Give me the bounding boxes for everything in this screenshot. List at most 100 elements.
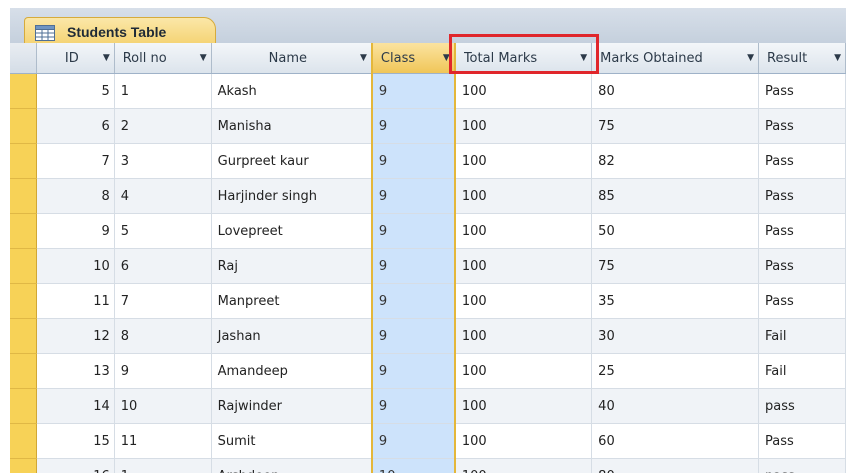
column-header-result[interactable]: Result ▼ (758, 43, 846, 74)
cell-result[interactable]: Pass (758, 423, 846, 459)
record-selector[interactable] (10, 73, 37, 109)
filter-dropdown-icon[interactable]: ▼ (360, 53, 367, 63)
cell-marks-obtained[interactable]: 25 (591, 353, 760, 389)
record-selector[interactable] (10, 108, 37, 144)
cell-result[interactable]: Pass (758, 178, 846, 214)
cell-class[interactable]: 9 (370, 283, 456, 319)
record-selector[interactable] (10, 213, 37, 249)
record-selector[interactable] (10, 283, 37, 319)
cell-name[interactable]: Harjinder singh (211, 178, 373, 214)
column-header-name[interactable]: Name ▼ (211, 43, 373, 74)
cell-roll-no[interactable]: 2 (114, 108, 212, 144)
cell-id[interactable]: 5 (36, 73, 115, 109)
cell-class[interactable]: 9 (370, 73, 456, 109)
record-selector[interactable] (10, 388, 37, 424)
cell-id[interactable]: 13 (36, 353, 115, 389)
cell-class[interactable]: 9 (370, 213, 456, 249)
cell-roll-no[interactable]: 7 (114, 283, 212, 319)
cell-marks-obtained[interactable]: 80 (591, 73, 760, 109)
cell-name[interactable]: Arshdeep (211, 458, 373, 473)
cell-result[interactable]: pass (758, 388, 846, 424)
record-selector[interactable] (10, 423, 37, 459)
cell-id[interactable]: 9 (36, 213, 115, 249)
cell-roll-no[interactable]: 4 (114, 178, 212, 214)
cell-id[interactable]: 14 (36, 388, 115, 424)
cell-total-marks[interactable]: 100 (454, 213, 593, 249)
cell-marks-obtained[interactable]: 82 (591, 143, 760, 179)
cell-marks-obtained[interactable]: 75 (591, 108, 760, 144)
cell-id[interactable]: 11 (36, 283, 115, 319)
cell-name[interactable]: Manpreet (211, 283, 373, 319)
cell-class[interactable]: 9 (370, 423, 456, 459)
cell-name[interactable]: Lovepreet (211, 213, 373, 249)
cell-name[interactable]: Rajwinder (211, 388, 373, 424)
column-header-class[interactable]: Class ▼ (370, 43, 456, 74)
cell-class[interactable]: 9 (370, 388, 456, 424)
cell-class[interactable]: 9 (370, 178, 456, 214)
cell-result[interactable]: Pass (758, 73, 846, 109)
cell-total-marks[interactable]: 100 (454, 143, 593, 179)
cell-marks-obtained[interactable]: 40 (591, 388, 760, 424)
column-header-id[interactable]: ID ▼ (36, 43, 115, 74)
filter-dropdown-icon[interactable]: ▼ (580, 53, 587, 63)
cell-class[interactable]: 10 (370, 458, 456, 473)
cell-name[interactable]: Akash (211, 73, 373, 109)
cell-class[interactable]: 9 (370, 318, 456, 354)
filter-dropdown-icon[interactable]: ▼ (200, 53, 207, 63)
cell-roll-no[interactable]: 3 (114, 143, 212, 179)
cell-total-marks[interactable]: 100 (454, 283, 593, 319)
cell-id[interactable]: 8 (36, 178, 115, 214)
cell-total-marks[interactable]: 100 (454, 353, 593, 389)
cell-result[interactable]: pass (758, 458, 846, 473)
cell-roll-no[interactable]: 6 (114, 248, 212, 284)
cell-roll-no[interactable]: 10 (114, 388, 212, 424)
filter-dropdown-icon[interactable]: ▼ (443, 53, 450, 63)
cell-id[interactable]: 10 (36, 248, 115, 284)
cell-roll-no[interactable]: 1 (114, 73, 212, 109)
record-selector[interactable] (10, 143, 37, 179)
cell-result[interactable]: Fail (758, 353, 846, 389)
filter-dropdown-icon[interactable]: ▼ (103, 53, 110, 63)
record-selector[interactable] (10, 458, 37, 473)
cell-total-marks[interactable]: 100 (454, 423, 593, 459)
cell-roll-no[interactable]: 11 (114, 423, 212, 459)
cell-class[interactable]: 9 (370, 353, 456, 389)
cell-result[interactable]: Pass (758, 108, 846, 144)
filter-dropdown-icon[interactable]: ▼ (747, 53, 754, 63)
record-selector[interactable] (10, 353, 37, 389)
record-selector[interactable] (10, 318, 37, 354)
cell-total-marks[interactable]: 100 (454, 108, 593, 144)
cell-marks-obtained[interactable]: 30 (591, 318, 760, 354)
cell-result[interactable]: Pass (758, 283, 846, 319)
record-selector[interactable] (10, 248, 37, 284)
cell-name[interactable]: Manisha (211, 108, 373, 144)
cell-result[interactable]: Fail (758, 318, 846, 354)
cell-class[interactable]: 9 (370, 108, 456, 144)
cell-total-marks[interactable]: 100 (454, 388, 593, 424)
cell-name[interactable]: Jashan (211, 318, 373, 354)
cell-result[interactable]: Pass (758, 248, 846, 284)
cell-marks-obtained[interactable]: 85 (591, 178, 760, 214)
cell-roll-no[interactable]: 9 (114, 353, 212, 389)
cell-total-marks[interactable]: 100 (454, 318, 593, 354)
filter-dropdown-icon[interactable]: ▼ (834, 53, 841, 63)
cell-class[interactable]: 9 (370, 248, 456, 284)
cell-marks-obtained[interactable]: 50 (591, 213, 760, 249)
column-header-total-marks[interactable]: Total Marks ▼ (454, 43, 593, 74)
cell-marks-obtained[interactable]: 60 (591, 423, 760, 459)
select-all-corner[interactable] (10, 43, 37, 74)
cell-name[interactable]: Amandeep (211, 353, 373, 389)
cell-total-marks[interactable]: 100 (454, 248, 593, 284)
cell-id[interactable]: 16 (36, 458, 115, 473)
column-header-roll-no[interactable]: Roll no ▼ (114, 43, 212, 74)
cell-result[interactable]: Pass (758, 143, 846, 179)
cell-total-marks[interactable]: 100 (454, 73, 593, 109)
cell-roll-no[interactable]: 1 (114, 458, 212, 473)
cell-id[interactable]: 12 (36, 318, 115, 354)
cell-total-marks[interactable]: 100 (454, 458, 593, 473)
cell-total-marks[interactable]: 100 (454, 178, 593, 214)
cell-class[interactable]: 9 (370, 143, 456, 179)
cell-id[interactable]: 7 (36, 143, 115, 179)
cell-name[interactable]: Raj (211, 248, 373, 284)
cell-marks-obtained[interactable]: 35 (591, 283, 760, 319)
